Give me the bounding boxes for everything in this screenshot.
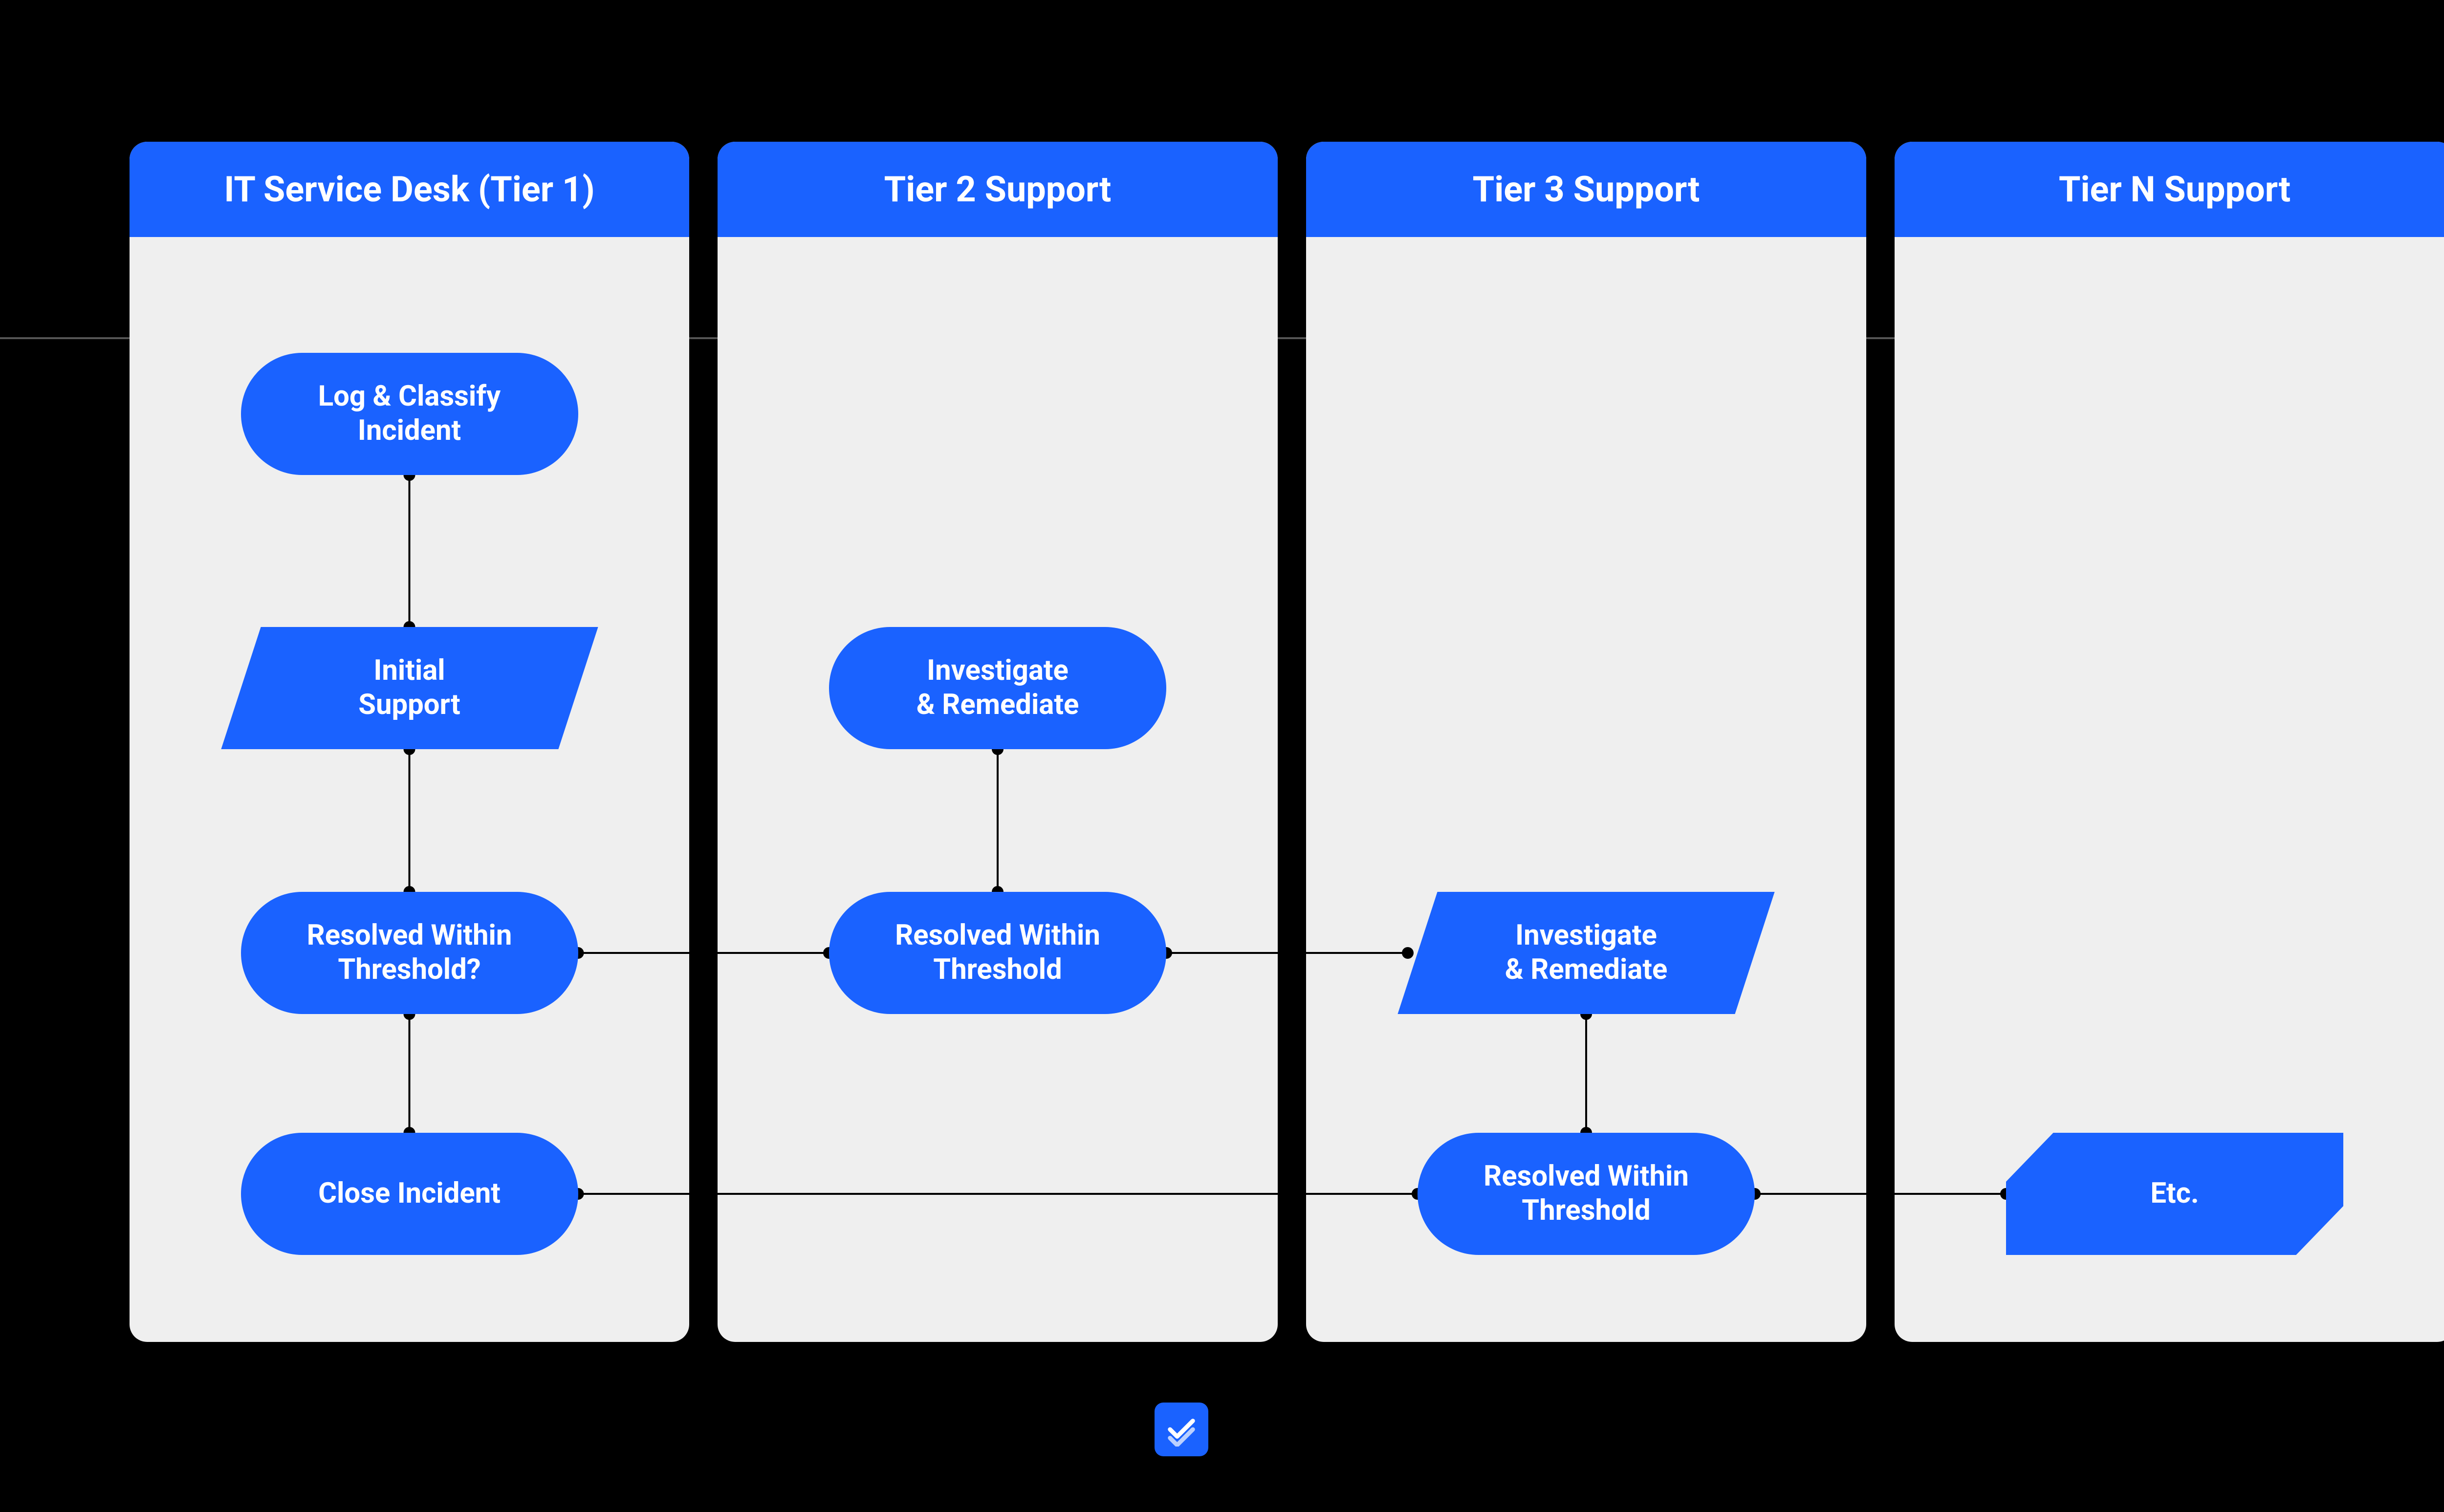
node-resolved-threshold-q: Resolved WithinThreshold?	[241, 892, 578, 1014]
node-label: Close Incident	[318, 1177, 501, 1211]
diagram-canvas: IT Service Desk (Tier 1) Tier 2 Support …	[0, 0, 2444, 1512]
node-resolved-threshold-2: Resolved WithinThreshold	[829, 892, 1166, 1014]
lane-header-tier-n: Tier N Support	[1895, 142, 2444, 237]
node-initial-support-shape	[221, 627, 598, 749]
lane-header-tier-1: IT Service Desk (Tier 1)	[130, 142, 689, 237]
lane-header-tier-3: Tier 3 Support	[1306, 142, 1866, 237]
node-resolved-threshold-3: Resolved WithinThreshold	[1418, 1133, 1755, 1255]
node-label: Resolved WithinThreshold	[895, 919, 1100, 987]
node-etc: Etc.	[2006, 1133, 2343, 1255]
node-log-classify: Log & ClassifyIncident	[241, 353, 578, 475]
lane-header-tier-2: Tier 2 Support	[718, 142, 1278, 237]
node-label: Etc.	[2150, 1177, 2199, 1211]
node-investigate-remediate-2: Investigate& Remediate	[829, 627, 1166, 749]
node-label: Resolved WithinThreshold?	[307, 919, 512, 987]
node-label: Investigate& Remediate	[916, 654, 1079, 722]
node-label: Log & ClassifyIncident	[318, 380, 501, 448]
node-investigate-remediate-3-shape	[1397, 892, 1774, 1014]
node-close-incident: Close Incident	[241, 1133, 578, 1255]
node-label: Resolved WithinThreshold	[1484, 1160, 1689, 1228]
app-logo-icon	[1155, 1403, 1208, 1456]
